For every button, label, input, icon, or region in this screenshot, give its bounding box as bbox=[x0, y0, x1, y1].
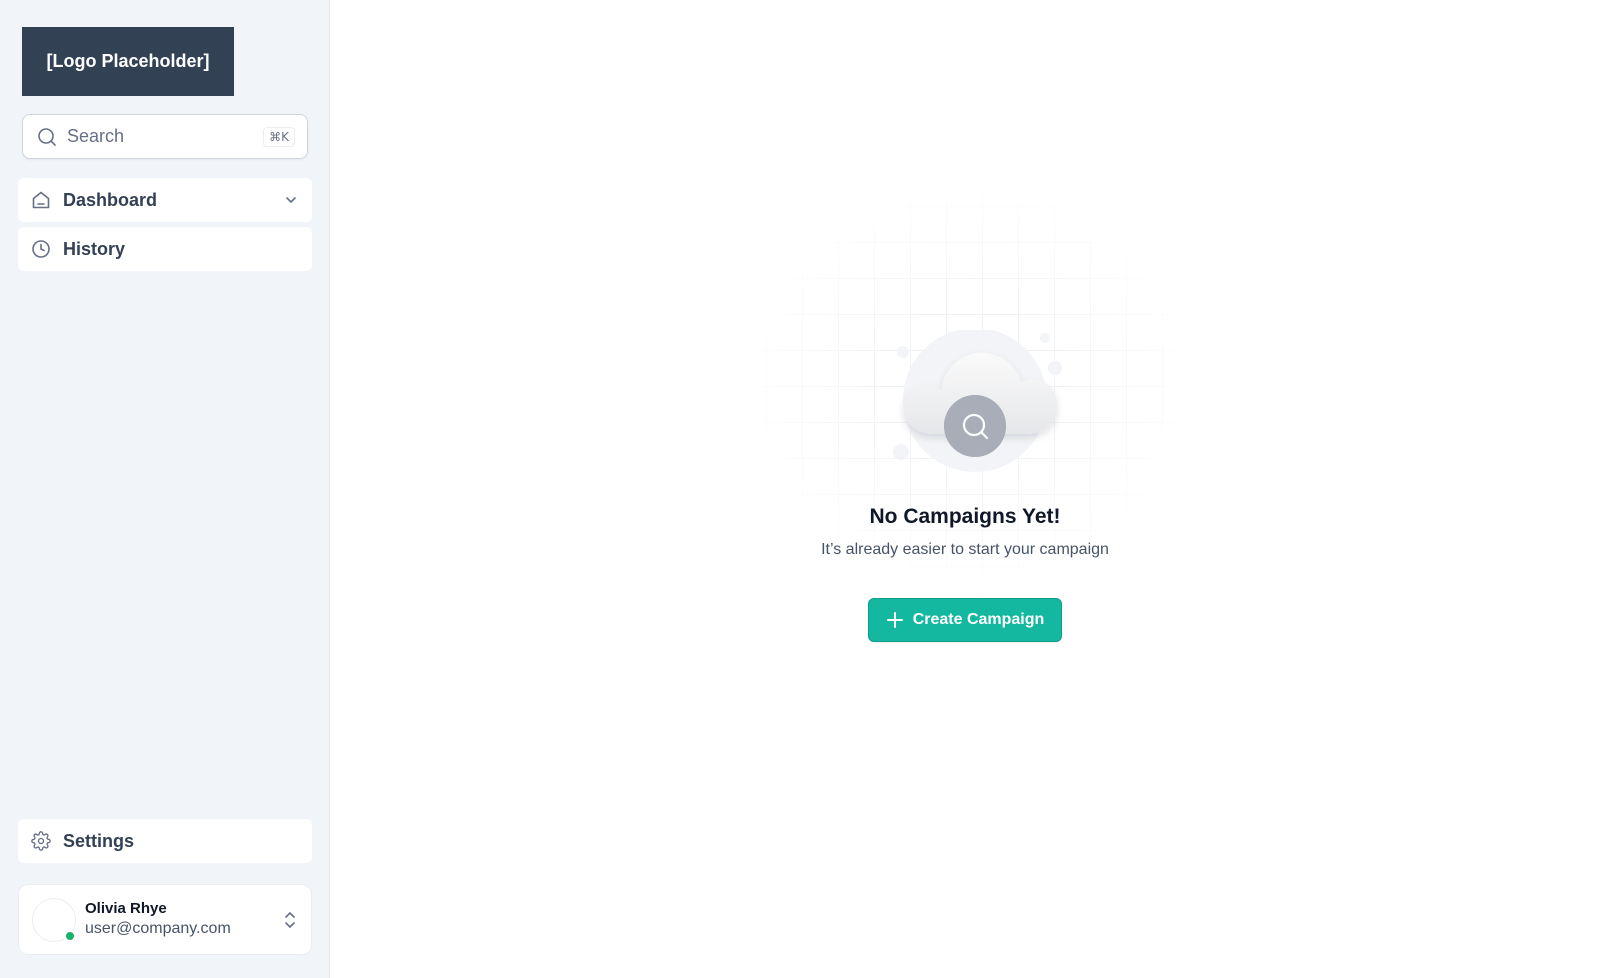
sidebar-item-label: Settings bbox=[63, 830, 135, 851]
sidebar-item-label: History bbox=[63, 238, 126, 259]
search-box[interactable]: ⌘K bbox=[22, 114, 308, 159]
sidebar-item-history[interactable]: History bbox=[18, 227, 312, 271]
sidebar-item-label: Dashboard bbox=[63, 189, 158, 210]
search-input[interactable] bbox=[67, 126, 264, 147]
sidebar: [Logo Placeholder] ⌘K Dashboard bbox=[0, 0, 330, 978]
main-content: No Campaigns Yet! It’s already easier to… bbox=[330, 0, 1600, 978]
chevron-down-icon[interactable] bbox=[284, 193, 298, 207]
search-shortcut-badge: ⌘K bbox=[263, 126, 295, 147]
app-root: [Logo Placeholder] ⌘K Dashboard bbox=[0, 0, 1600, 978]
create-campaign-button[interactable]: Create Campaign bbox=[868, 598, 1062, 642]
user-email: user@company.com bbox=[85, 919, 231, 937]
empty-state-subtitle: It’s already easier to start your campai… bbox=[821, 541, 1109, 558]
cloud-search-illustration bbox=[893, 330, 1062, 472]
create-campaign-label: Create Campaign bbox=[912, 611, 1045, 628]
user-profile-card[interactable]: Olivia Rhye user@company.com bbox=[18, 884, 312, 955]
avatar bbox=[32, 897, 76, 942]
search-icon bbox=[38, 127, 56, 146]
user-name: Olivia Rhye bbox=[85, 900, 167, 918]
clock-icon bbox=[32, 240, 50, 258]
logo: [Logo Placeholder] bbox=[22, 27, 234, 96]
gear-icon bbox=[31, 831, 51, 851]
home-icon bbox=[32, 191, 50, 209]
empty-state-title: No Campaigns Yet! bbox=[869, 505, 1061, 528]
sidebar-item-dashboard[interactable]: Dashboard bbox=[18, 178, 312, 222]
plus-icon bbox=[886, 611, 904, 629]
user-info: Olivia Rhye user@company.com bbox=[85, 899, 283, 939]
sidebar-item-settings[interactable]: Settings bbox=[18, 819, 312, 863]
online-status-dot bbox=[64, 929, 76, 942]
chevron-up-down-icon[interactable] bbox=[283, 911, 297, 929]
